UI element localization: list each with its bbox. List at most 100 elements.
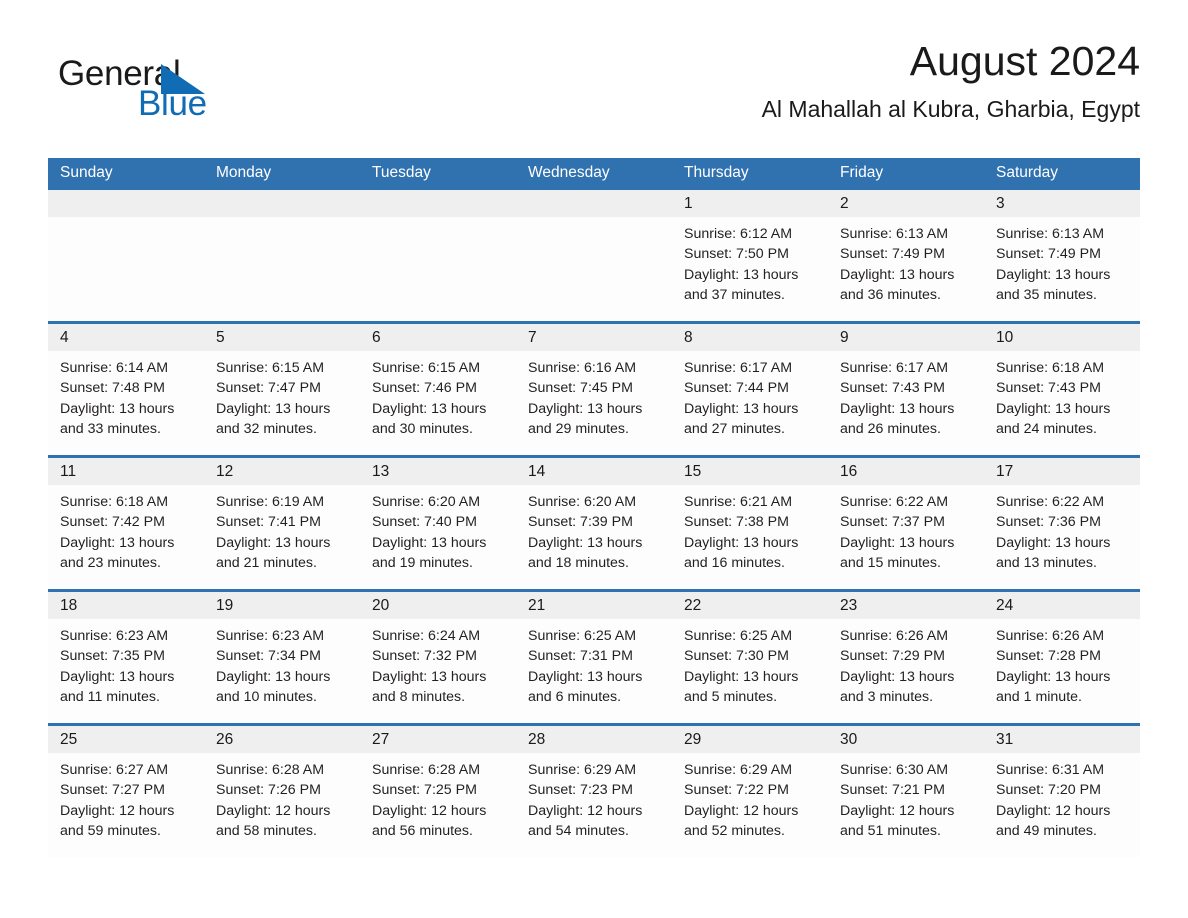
day-cell[interactable]: 31 Sunrise: 6:31 AM Sunset: 7:20 PM Dayl… xyxy=(984,726,1140,857)
day-info: Sunrise: 6:25 AM Sunset: 7:31 PM Dayligh… xyxy=(516,619,672,707)
sunset-line: Sunset: 7:26 PM xyxy=(216,782,321,799)
daylight-line-2: and 5 minutes. xyxy=(684,688,778,705)
day-cell[interactable]: 25 Sunrise: 6:27 AM Sunset: 7:27 PM Dayl… xyxy=(48,726,204,857)
day-cell[interactable]: 28 Sunrise: 6:29 AM Sunset: 7:23 PM Dayl… xyxy=(516,726,672,857)
day-cell[interactable]: 13 Sunrise: 6:20 AM Sunset: 7:40 PM Dayl… xyxy=(360,458,516,589)
sunrise-line: Sunrise: 6:17 AM xyxy=(840,360,949,376)
sunrise-line: Sunrise: 6:25 AM xyxy=(528,628,637,644)
day-cell[interactable]: 2 Sunrise: 6:13 AM Sunset: 7:49 PM Dayli… xyxy=(828,190,984,321)
day-cell[interactable]: 14 Sunrise: 6:20 AM Sunset: 7:39 PM Dayl… xyxy=(516,458,672,589)
sunrise-line: Sunrise: 6:26 AM xyxy=(996,628,1105,644)
daylight-line-2: and 33 minutes. xyxy=(60,420,161,437)
sunrise-line: Sunrise: 6:29 AM xyxy=(528,762,637,778)
day-info xyxy=(360,217,516,224)
day-info: Sunrise: 6:13 AM Sunset: 7:49 PM Dayligh… xyxy=(828,217,984,305)
day-cell[interactable]: 20 Sunrise: 6:24 AM Sunset: 7:32 PM Dayl… xyxy=(360,592,516,723)
daylight-line-1: Daylight: 12 hours xyxy=(60,802,175,819)
sunset-line: Sunset: 7:46 PM xyxy=(372,380,477,397)
day-cell[interactable]: 21 Sunrise: 6:25 AM Sunset: 7:31 PM Dayl… xyxy=(516,592,672,723)
logo-text-blue: Blue xyxy=(138,84,207,123)
daylight-line-1: Daylight: 13 hours xyxy=(840,266,955,283)
daylight-line-2: and 16 minutes. xyxy=(684,554,785,571)
day-info: Sunrise: 6:18 AM Sunset: 7:43 PM Dayligh… xyxy=(984,351,1140,439)
day-cell[interactable]: 30 Sunrise: 6:30 AM Sunset: 7:21 PM Dayl… xyxy=(828,726,984,857)
daylight-line-1: Daylight: 12 hours xyxy=(528,802,643,819)
sunrise-line: Sunrise: 6:12 AM xyxy=(684,226,793,242)
day-cell[interactable]: 10 Sunrise: 6:18 AM Sunset: 7:43 PM Dayl… xyxy=(984,324,1140,455)
sunrise-line: Sunrise: 6:13 AM xyxy=(996,226,1105,242)
sunrise-line: Sunrise: 6:20 AM xyxy=(372,494,481,510)
day-cell[interactable]: 18 Sunrise: 6:23 AM Sunset: 7:35 PM Dayl… xyxy=(48,592,204,723)
daylight-line-1: Daylight: 13 hours xyxy=(840,668,955,685)
day-info: Sunrise: 6:23 AM Sunset: 7:35 PM Dayligh… xyxy=(48,619,204,707)
daylight-line-2: and 36 minutes. xyxy=(840,286,941,303)
day-number xyxy=(516,190,672,217)
general-blue-logo[interactable]: General Blue xyxy=(58,54,378,140)
day-cell[interactable]: 29 Sunrise: 6:29 AM Sunset: 7:22 PM Dayl… xyxy=(672,726,828,857)
day-number: 20 xyxy=(360,592,516,619)
sunrise-line: Sunrise: 6:26 AM xyxy=(840,628,949,644)
day-cell[interactable]: 27 Sunrise: 6:28 AM Sunset: 7:25 PM Dayl… xyxy=(360,726,516,857)
sunset-line: Sunset: 7:22 PM xyxy=(684,782,789,799)
sunrise-line: Sunrise: 6:16 AM xyxy=(528,360,637,376)
sunrise-line: Sunrise: 6:14 AM xyxy=(60,360,169,376)
sunset-line: Sunset: 7:44 PM xyxy=(684,380,789,397)
day-cell[interactable]: 7 Sunrise: 6:16 AM Sunset: 7:45 PM Dayli… xyxy=(516,324,672,455)
sunset-line: Sunset: 7:49 PM xyxy=(840,246,945,263)
day-info: Sunrise: 6:29 AM Sunset: 7:22 PM Dayligh… xyxy=(672,753,828,841)
daylight-line-2: and 32 minutes. xyxy=(216,420,317,437)
day-number: 3 xyxy=(984,190,1140,217)
day-cell[interactable]: 19 Sunrise: 6:23 AM Sunset: 7:34 PM Dayl… xyxy=(204,592,360,723)
daylight-line-1: Daylight: 13 hours xyxy=(528,534,643,551)
sunrise-line: Sunrise: 6:24 AM xyxy=(372,628,481,644)
daylight-line-2: and 13 minutes. xyxy=(996,554,1097,571)
daylight-line-2: and 6 minutes. xyxy=(528,688,622,705)
sunset-line: Sunset: 7:23 PM xyxy=(528,782,633,799)
day-cell[interactable]: 8 Sunrise: 6:17 AM Sunset: 7:44 PM Dayli… xyxy=(672,324,828,455)
sunset-line: Sunset: 7:43 PM xyxy=(840,380,945,397)
day-info: Sunrise: 6:28 AM Sunset: 7:26 PM Dayligh… xyxy=(204,753,360,841)
day-cell[interactable] xyxy=(48,190,204,321)
day-cell[interactable]: 23 Sunrise: 6:26 AM Sunset: 7:29 PM Dayl… xyxy=(828,592,984,723)
daylight-line-2: and 49 minutes. xyxy=(996,822,1097,839)
day-cell[interactable] xyxy=(516,190,672,321)
day-number: 24 xyxy=(984,592,1140,619)
sunset-line: Sunset: 7:35 PM xyxy=(60,648,165,665)
day-cell[interactable]: 4 Sunrise: 6:14 AM Sunset: 7:48 PM Dayli… xyxy=(48,324,204,455)
daylight-line-1: Daylight: 13 hours xyxy=(372,400,487,417)
sunset-line: Sunset: 7:39 PM xyxy=(528,514,633,531)
day-cell[interactable] xyxy=(360,190,516,321)
daylight-line-1: Daylight: 13 hours xyxy=(60,668,175,685)
sunset-line: Sunset: 7:28 PM xyxy=(996,648,1101,665)
day-cell[interactable]: 16 Sunrise: 6:22 AM Sunset: 7:37 PM Dayl… xyxy=(828,458,984,589)
day-cell[interactable]: 24 Sunrise: 6:26 AM Sunset: 7:28 PM Dayl… xyxy=(984,592,1140,723)
day-cell[interactable]: 9 Sunrise: 6:17 AM Sunset: 7:43 PM Dayli… xyxy=(828,324,984,455)
day-number: 6 xyxy=(360,324,516,351)
daylight-line-1: Daylight: 13 hours xyxy=(684,400,799,417)
day-info: Sunrise: 6:23 AM Sunset: 7:34 PM Dayligh… xyxy=(204,619,360,707)
day-cell[interactable]: 15 Sunrise: 6:21 AM Sunset: 7:38 PM Dayl… xyxy=(672,458,828,589)
day-cell[interactable]: 11 Sunrise: 6:18 AM Sunset: 7:42 PM Dayl… xyxy=(48,458,204,589)
day-number: 22 xyxy=(672,592,828,619)
sunset-line: Sunset: 7:43 PM xyxy=(996,380,1101,397)
day-number: 28 xyxy=(516,726,672,753)
day-info xyxy=(516,217,672,224)
daylight-line-1: Daylight: 13 hours xyxy=(996,266,1111,283)
sunset-line: Sunset: 7:40 PM xyxy=(372,514,477,531)
daylight-line-1: Daylight: 13 hours xyxy=(996,534,1111,551)
sunrise-line: Sunrise: 6:15 AM xyxy=(216,360,325,376)
day-cell[interactable]: 12 Sunrise: 6:19 AM Sunset: 7:41 PM Dayl… xyxy=(204,458,360,589)
day-cell[interactable]: 3 Sunrise: 6:13 AM Sunset: 7:49 PM Dayli… xyxy=(984,190,1140,321)
daylight-line-2: and 10 minutes. xyxy=(216,688,317,705)
day-cell[interactable] xyxy=(204,190,360,321)
day-cell[interactable]: 6 Sunrise: 6:15 AM Sunset: 7:46 PM Dayli… xyxy=(360,324,516,455)
day-cell[interactable]: 26 Sunrise: 6:28 AM Sunset: 7:26 PM Dayl… xyxy=(204,726,360,857)
day-cell[interactable]: 22 Sunrise: 6:25 AM Sunset: 7:30 PM Dayl… xyxy=(672,592,828,723)
day-cell[interactable]: 17 Sunrise: 6:22 AM Sunset: 7:36 PM Dayl… xyxy=(984,458,1140,589)
day-cell[interactable]: 1 Sunrise: 6:12 AM Sunset: 7:50 PM Dayli… xyxy=(672,190,828,321)
daylight-line-1: Daylight: 12 hours xyxy=(996,802,1111,819)
day-number: 23 xyxy=(828,592,984,619)
day-info: Sunrise: 6:15 AM Sunset: 7:47 PM Dayligh… xyxy=(204,351,360,439)
day-cell[interactable]: 5 Sunrise: 6:15 AM Sunset: 7:47 PM Dayli… xyxy=(204,324,360,455)
sunset-line: Sunset: 7:37 PM xyxy=(840,514,945,531)
